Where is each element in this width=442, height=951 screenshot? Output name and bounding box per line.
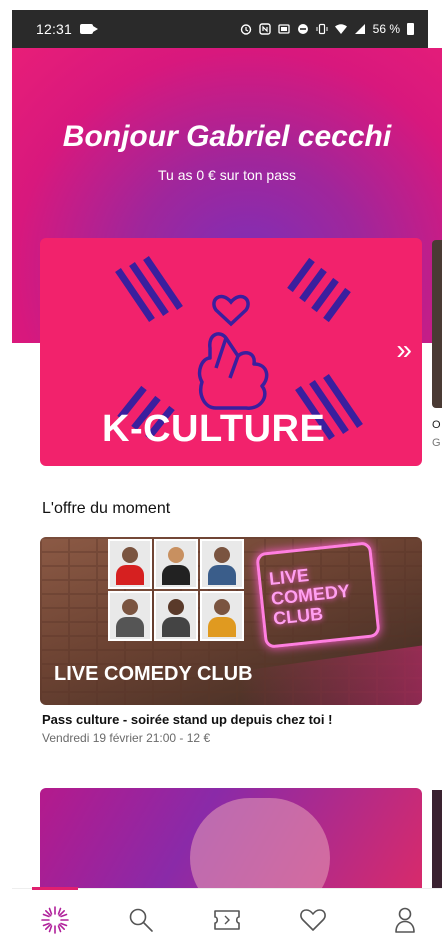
comedian-photo bbox=[200, 539, 244, 589]
wifi-icon bbox=[334, 24, 347, 34]
trigram-top-left bbox=[115, 256, 183, 322]
tab-profile[interactable] bbox=[388, 903, 422, 937]
tab-favorites[interactable] bbox=[296, 903, 330, 937]
next-card-text: O G bbox=[432, 416, 441, 452]
status-time: 12:31 bbox=[36, 21, 73, 37]
heart-symbol bbox=[212, 294, 250, 327]
battery-percent: 56 % bbox=[372, 22, 400, 36]
battery-icon bbox=[407, 23, 414, 35]
dnd-icon bbox=[297, 24, 308, 34]
next-card-peek[interactable] bbox=[432, 240, 442, 408]
status-bar: 12:31 56 % bbox=[12, 10, 428, 48]
pass-balance: Tu as 0 € sur ton pass bbox=[158, 167, 296, 183]
offer-meta: Vendredi 19 février 21:00 - 12 € bbox=[42, 731, 211, 745]
next-card-meta-fragment: G bbox=[432, 437, 441, 449]
tab-home[interactable] bbox=[38, 903, 72, 937]
home-icon bbox=[41, 906, 69, 934]
offer-card-label: LIVE COMEDY CLUB bbox=[54, 663, 253, 685]
screen-record-icon bbox=[80, 24, 99, 34]
trigram-top-right bbox=[287, 257, 351, 323]
ticket-icon bbox=[214, 910, 240, 930]
greeting-title: Bonjour Gabriel cecchi bbox=[62, 120, 392, 153]
offer-card[interactable]: LIVE COMEDY CLUB LIVE COMEDY CLUB bbox=[40, 537, 422, 705]
tab-bookings[interactable] bbox=[210, 903, 244, 937]
neon-sign-text: LIVE COMEDY CLUB bbox=[268, 564, 351, 629]
double-chevron-right-icon[interactable]: » bbox=[396, 334, 412, 366]
offer-title[interactable]: Pass culture - soirée stand up depuis ch… bbox=[42, 712, 332, 727]
vibrate-icon bbox=[316, 23, 328, 35]
featured-card-title: K-CULTURE bbox=[102, 408, 326, 450]
next-card-title-fragment: O bbox=[432, 419, 441, 431]
offer-card-next-peek[interactable] bbox=[432, 790, 442, 898]
section-title: L'offre du moment bbox=[42, 500, 171, 517]
nfc-icon bbox=[258, 23, 271, 35]
comedian-photo bbox=[108, 539, 152, 589]
status-icons: 56 % bbox=[240, 22, 414, 36]
comedian-photo bbox=[108, 591, 152, 641]
comedian-photo bbox=[200, 591, 244, 641]
person-image bbox=[190, 798, 330, 898]
neon-sign: LIVE COMEDY CLUB bbox=[255, 541, 381, 649]
finger-heart-hand bbox=[197, 332, 269, 410]
featured-offer-card[interactable]: K-CULTURE » bbox=[40, 238, 422, 466]
comedian-photo bbox=[154, 591, 198, 641]
offer-card-next[interactable] bbox=[40, 788, 422, 898]
cast-icon bbox=[277, 24, 290, 34]
alarm-icon bbox=[240, 24, 251, 35]
active-tab-indicator bbox=[32, 887, 78, 890]
comedian-photo bbox=[154, 539, 198, 589]
bottom-tab-bar bbox=[12, 887, 442, 951]
search-icon bbox=[129, 908, 153, 932]
profile-icon bbox=[395, 907, 415, 933]
tab-search[interactable] bbox=[124, 903, 158, 937]
heart-icon bbox=[300, 909, 326, 931]
signal-icon bbox=[354, 24, 365, 34]
